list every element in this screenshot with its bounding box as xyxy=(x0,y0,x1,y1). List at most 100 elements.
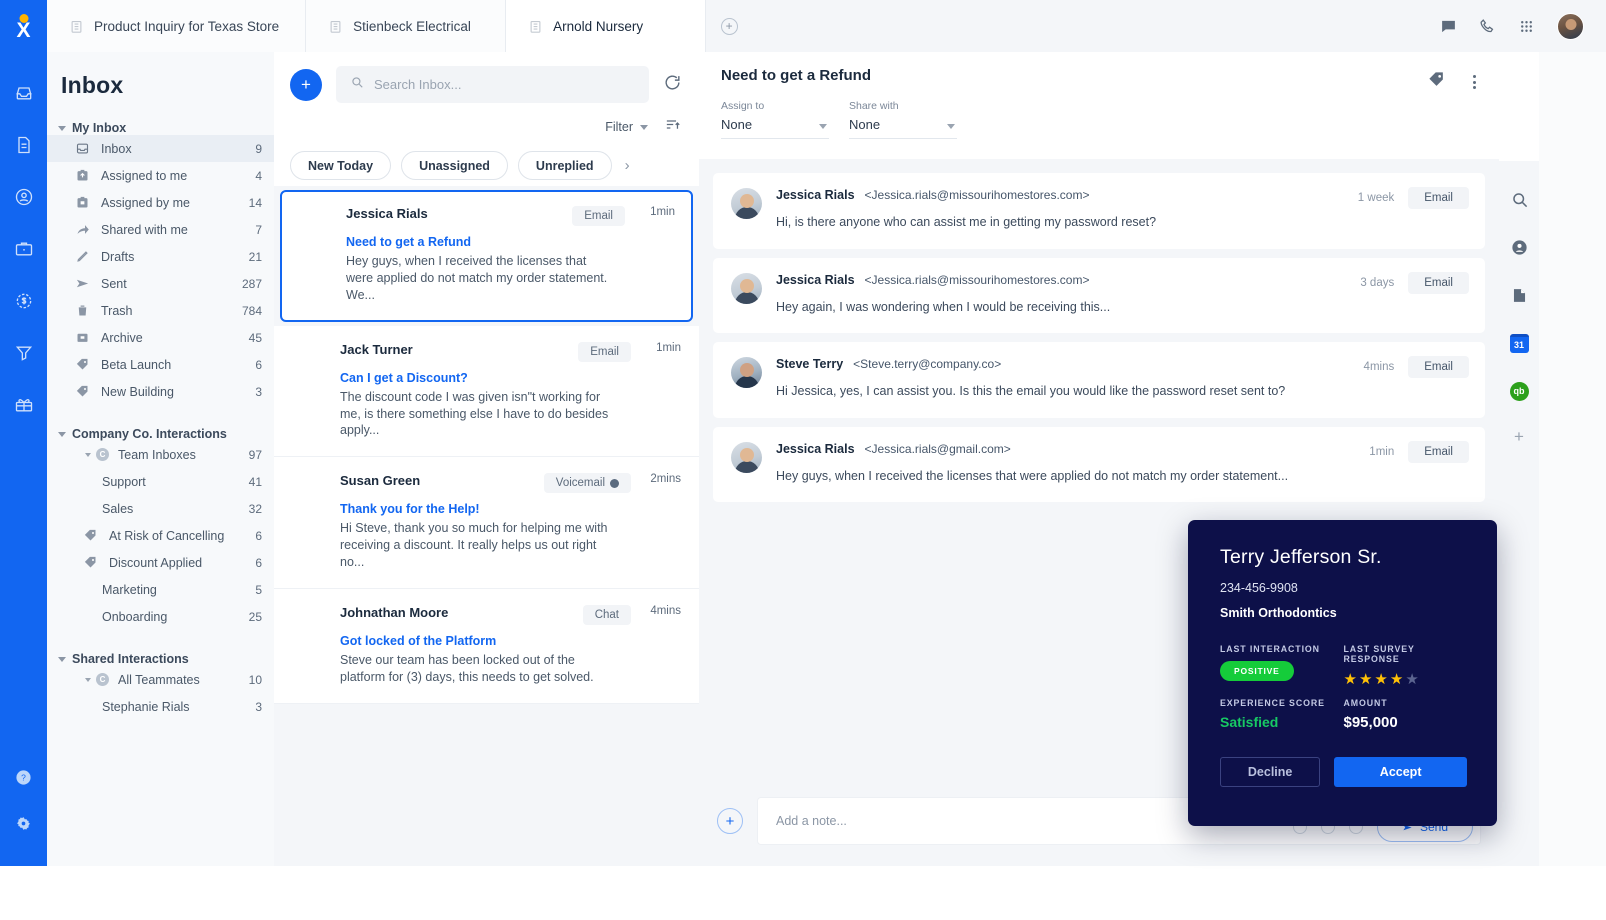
dollar-circle-icon[interactable] xyxy=(5,282,43,320)
new-message-button[interactable]: + xyxy=(290,69,322,101)
contact-person-icon[interactable] xyxy=(1507,235,1531,259)
sidebar-item-onboarding[interactable]: Onboarding 25 xyxy=(47,603,274,630)
sidebar-group-shared-interactions[interactable]: Shared Interactions xyxy=(47,652,274,666)
tab-stienbeck-electrical[interactable]: Stienbeck Electrical xyxy=(306,0,506,52)
sidebar-item-assigned-by-me[interactable]: Assigned by me 14 xyxy=(47,189,274,216)
sidebar-item-sales[interactable]: Sales 32 xyxy=(47,495,274,522)
message-list-item[interactable]: Jack Turner Email 1min Can I get a Disco… xyxy=(274,326,699,458)
sidebar-item-support[interactable]: Support 41 xyxy=(47,468,274,495)
thread-message[interactable]: Jessica Rials <Jessica.rials@gmail.com> … xyxy=(713,427,1485,503)
amount-value: $95,000 xyxy=(1344,714,1468,731)
tag-icon[interactable] xyxy=(1427,70,1446,94)
sidebar-item-label: Trash xyxy=(101,304,242,318)
thread-message[interactable]: Jessica Rials <Jessica.rials@missourihom… xyxy=(713,173,1485,249)
quickbooks-icon[interactable]: qb xyxy=(1507,379,1531,403)
chip-new-today[interactable]: New Today xyxy=(290,151,391,180)
app-window: X ? xyxy=(0,0,1606,920)
message-list: Jessica Rials Email 1min Need to get a R… xyxy=(274,190,699,704)
assigned-to-icon xyxy=(75,168,91,183)
user-avatar[interactable] xyxy=(1557,13,1584,40)
settings-gear-icon[interactable] xyxy=(5,804,43,842)
accept-button[interactable]: Accept xyxy=(1334,757,1467,787)
sidebar-item-sent[interactable]: Sent 287 xyxy=(47,270,274,297)
add-tab-button[interactable]: + xyxy=(706,0,752,52)
gift-icon[interactable] xyxy=(5,386,43,424)
sidebar-item-discount-applied[interactable]: Discount Applied 6 xyxy=(47,549,274,576)
chevron-down-icon xyxy=(819,124,827,129)
voicemail-dot-icon xyxy=(610,479,619,488)
sidebar-item-assigned-to-me[interactable]: Assigned to me 4 xyxy=(47,162,274,189)
calendar-icon[interactable]: 31 xyxy=(1507,331,1531,355)
sidebar-item-beta-launch[interactable]: Beta Launch 6 xyxy=(47,351,274,378)
sort-ascending-icon[interactable] xyxy=(664,116,681,138)
sidebar-item-at-risk-of-cancelling[interactable]: At Risk of Cancelling 6 xyxy=(47,522,274,549)
message-sender: Susan Green xyxy=(340,473,544,488)
thread-sender-name: Jessica Rials xyxy=(776,188,855,202)
chip-unreplied[interactable]: Unreplied xyxy=(518,151,612,180)
thread-sender-name: Steve Terry xyxy=(776,357,843,371)
sidebar-item-trash[interactable]: Trash 784 xyxy=(47,297,274,324)
sidebar-item-label: Beta Launch xyxy=(101,358,255,372)
app-logo[interactable]: X xyxy=(0,0,47,52)
add-integration-button[interactable]: + xyxy=(1514,427,1524,447)
conversation-controls: Assign to None Share with None xyxy=(721,100,1477,139)
add-attachment-button[interactable]: + xyxy=(717,808,743,834)
message-list-item[interactable]: Susan Green Voicemail 2mins Thank you fo… xyxy=(274,457,699,589)
sidebar-item-inbox[interactable]: Inbox 9 xyxy=(47,135,274,162)
search-input[interactable] xyxy=(374,77,635,92)
search-icon[interactable] xyxy=(1507,187,1531,211)
inbox-tray-icon[interactable] xyxy=(5,74,43,112)
chat-bubble-icon[interactable] xyxy=(1440,18,1457,35)
refresh-icon[interactable] xyxy=(663,73,683,97)
help-circle-icon[interactable]: ? xyxy=(5,758,43,796)
document-icon[interactable] xyxy=(5,126,43,164)
sidebar-item-label: Shared with me xyxy=(101,223,255,237)
sidebar-group-my-inbox[interactable]: My Inbox xyxy=(47,121,274,135)
calendar-day-label: 31 xyxy=(1510,334,1529,353)
sidebar-item-count: 41 xyxy=(249,475,262,489)
sidebar-item-shared-with-me[interactable]: Shared with me 7 xyxy=(47,216,274,243)
dialpad-grid-icon[interactable] xyxy=(1518,18,1535,35)
thread-message[interactable]: Jessica Rials <Jessica.rials@missourihom… xyxy=(713,258,1485,334)
thread-message[interactable]: Steve Terry <Steve.terry@company.co> Hi … xyxy=(713,342,1485,418)
more-vertical-icon[interactable] xyxy=(1470,72,1479,92)
sidebar-item-count: 7 xyxy=(255,223,262,237)
message-sender: Jessica Rials xyxy=(346,206,572,221)
message-time: 2mins xyxy=(643,473,681,485)
sidebar-group-label: Company Co. Interactions xyxy=(72,427,227,441)
thread-channel-badge: Email xyxy=(1408,356,1469,378)
chevron-right-icon[interactable]: › xyxy=(622,157,630,174)
sidebar-item-count: 14 xyxy=(249,196,262,210)
chip-unassigned[interactable]: Unassigned xyxy=(401,151,508,180)
message-preview: Steve our team has been locked out of th… xyxy=(340,652,610,686)
message-list-item[interactable]: Jessica Rials Email 1min Need to get a R… xyxy=(280,190,693,322)
filter-dropdown[interactable]: Filter xyxy=(605,120,648,134)
decline-button[interactable]: Decline xyxy=(1220,757,1320,787)
sidebar-item-new-building[interactable]: New Building 3 xyxy=(47,378,274,405)
tab-arnold-nursery[interactable]: Arnold Nursery xyxy=(506,0,706,52)
briefcase-icon[interactable] xyxy=(5,230,43,268)
sidebar-item-label: Sales xyxy=(102,502,249,516)
phone-icon[interactable] xyxy=(1479,18,1496,35)
contact-phone: 234-456-9908 xyxy=(1220,581,1467,595)
star-empty-icon: ★ xyxy=(1405,671,1420,688)
sidebar-group-company-interactions[interactable]: Company Co. Interactions xyxy=(47,427,274,441)
funnel-filter-icon[interactable] xyxy=(5,334,43,372)
send-icon xyxy=(75,276,91,291)
sidebar-item-marketing[interactable]: Marketing 5 xyxy=(47,576,274,603)
share-with-label: Share with xyxy=(849,100,957,112)
sidebar-item-all-teammates[interactable]: C All Teammates 10 xyxy=(47,666,274,693)
sidebar-item-stephanie-rials[interactable]: Stephanie Rials 3 xyxy=(47,693,274,720)
assign-to-select[interactable]: Assign to None xyxy=(721,100,829,139)
tab-product-inquiry[interactable]: Product Inquiry for Texas Store xyxy=(47,0,306,52)
sidebar-item-drafts[interactable]: Drafts 21 xyxy=(47,243,274,270)
sidebar-item-team-inboxes[interactable]: C Team Inboxes 97 xyxy=(47,441,274,468)
sidebar-item-count: 10 xyxy=(249,673,262,687)
document-icon[interactable] xyxy=(1507,283,1531,307)
search-box[interactable] xyxy=(336,66,649,103)
sidebar-item-archive[interactable]: Archive 45 xyxy=(47,324,274,351)
assigned-by-icon xyxy=(75,195,91,210)
share-with-select[interactable]: Share with None xyxy=(849,100,957,139)
contact-person-icon[interactable] xyxy=(5,178,43,216)
message-list-item[interactable]: Johnathan Moore Chat 4mins Got locked of… xyxy=(274,589,699,704)
